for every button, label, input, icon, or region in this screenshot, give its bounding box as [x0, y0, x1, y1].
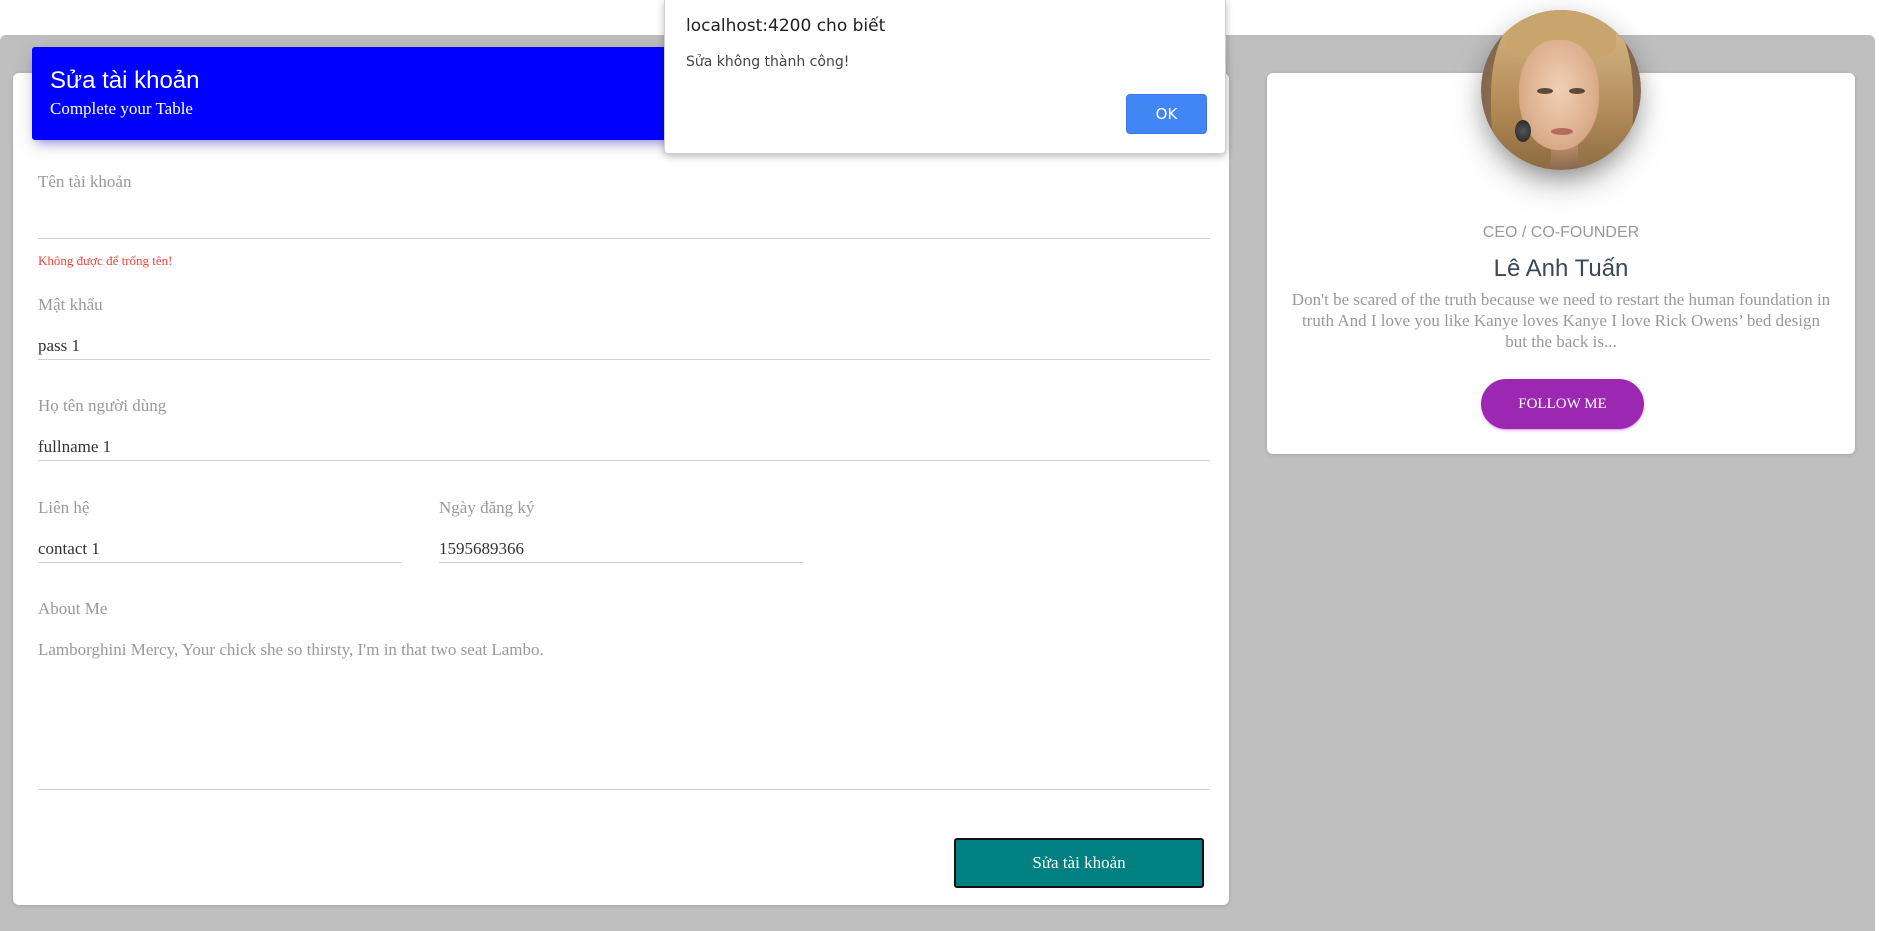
avatar-eye-right	[1569, 88, 1585, 94]
contact-input[interactable]	[38, 536, 402, 562]
alert-dialog: localhost:4200 cho biết Sửa không thành …	[664, 0, 1226, 154]
avatar-eye-left	[1537, 88, 1553, 94]
alert-ok-button[interactable]: OK	[1126, 94, 1207, 134]
password-label: Mật khẩu	[38, 295, 103, 314]
fullname-input[interactable]	[38, 434, 1210, 460]
avatar	[1481, 10, 1641, 170]
avatar-lips	[1551, 128, 1573, 135]
register-date-label: Ngày đăng ký	[439, 498, 535, 517]
avatar-earring	[1515, 120, 1531, 142]
alert-title: localhost:4200 cho biết	[686, 16, 886, 36]
fullname-underline	[38, 460, 1210, 461]
about-textarea[interactable]: Lamborghini Mercy, Your chick she so thi…	[38, 639, 1210, 789]
fullname-field: Họ tên người dùng	[38, 396, 1210, 461]
contact-label: Liên hệ	[38, 498, 90, 517]
update-account-button[interactable]: Sửa tài khoản	[954, 838, 1204, 888]
username-error: Không được để trống tên!	[38, 253, 173, 268]
alert-message: Sửa không thành công!	[686, 54, 850, 70]
about-field: About Me Lamborghini Mercy, Your chick s…	[38, 599, 1210, 790]
about-label: About Me	[38, 599, 108, 618]
password-input[interactable]	[38, 333, 1210, 359]
about-underline	[38, 789, 1210, 790]
contact-field: Liên hệ	[38, 498, 402, 563]
contact-underline	[38, 562, 402, 563]
profile-description: Don't be scared of the truth because we …	[1291, 290, 1831, 351]
register-date-input[interactable]	[439, 536, 803, 562]
edit-account-card: Tên tài khoản Không được để trống tên! M…	[13, 73, 1229, 905]
username-underline	[38, 238, 1210, 239]
follow-me-button[interactable]: FOLLOW ME	[1481, 379, 1644, 429]
password-underline	[38, 359, 1210, 360]
profile-name: Lê Anh Tuấn	[1493, 255, 1629, 282]
username-field: Tên tài khoản	[38, 172, 1210, 239]
username-label: Tên tài khoản	[38, 172, 132, 191]
profile-role: CEO / CO-FOUNDER	[1482, 224, 1640, 241]
register-date-underline	[439, 562, 803, 563]
username-input[interactable]	[38, 212, 1210, 238]
fullname-label: Họ tên người dùng	[38, 396, 167, 415]
password-field: Mật khẩu	[38, 295, 1210, 360]
register-date-field: Ngày đăng ký	[439, 498, 803, 563]
